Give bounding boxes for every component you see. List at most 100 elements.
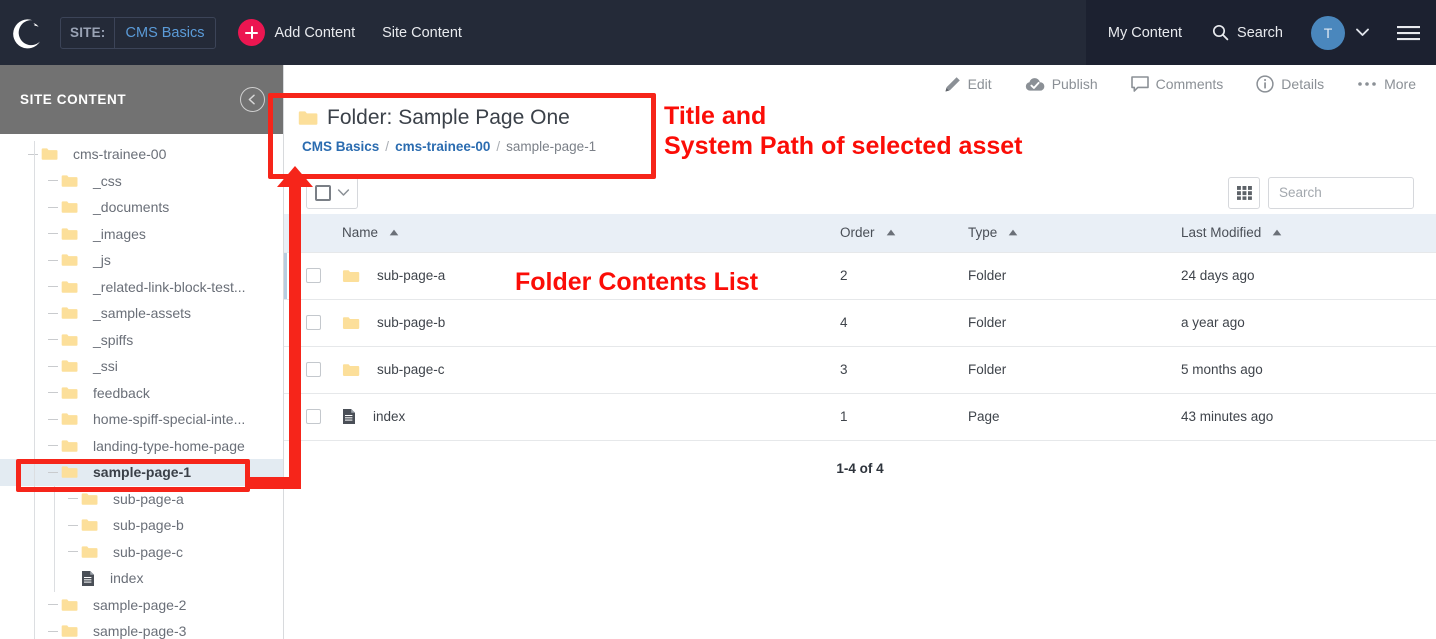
- sort-ascending-icon[interactable]: [389, 229, 399, 236]
- chevron-left-circle-icon[interactable]: [240, 87, 265, 112]
- tree-guide-line: [54, 485, 55, 512]
- row-type-cell-value: Folder: [968, 268, 1007, 283]
- tree-item-sample-page-3[interactable]: sample-page-3: [0, 618, 283, 639]
- table-header-label: Name: [342, 225, 379, 241]
- tree-connector: [48, 286, 58, 288]
- tree-guide-line: [34, 141, 35, 168]
- tree-item--images[interactable]: _images: [0, 220, 283, 247]
- site-label: SITE:: [70, 25, 106, 40]
- tree-item-sub-page-c[interactable]: sub-page-c: [0, 538, 283, 565]
- action-comments-button[interactable]: Comments: [1130, 75, 1223, 93]
- hamburger-menu-icon[interactable]: [1396, 24, 1421, 42]
- folder-icon: [61, 386, 86, 400]
- row-name-cell[interactable]: index: [342, 393, 840, 441]
- tree-item-sample-page-2[interactable]: sample-page-2: [0, 591, 283, 618]
- folder-icon: [81, 545, 106, 559]
- row-checkbox[interactable]: [305, 268, 321, 283]
- row-name-cell[interactable]: sub-page-c: [342, 346, 840, 394]
- action-publish-button[interactable]: Publish: [1025, 76, 1098, 92]
- sort-ascending-icon: [886, 229, 895, 236]
- ellipsis-icon: [1357, 80, 1377, 88]
- top-navigation-bar: SITE: CMS Basics Add Content Site Conten…: [0, 0, 1436, 65]
- breadcrumb-item: sample-page-1: [506, 139, 597, 154]
- site-selector[interactable]: SITE: CMS Basics: [60, 16, 217, 49]
- row-type-cell: Folder: [968, 299, 1181, 347]
- tree-item--js[interactable]: _js: [0, 247, 283, 274]
- action-more-button[interactable]: More: [1357, 76, 1416, 92]
- action-edit-button[interactable]: Edit: [944, 76, 992, 93]
- table-row[interactable]: index 1 Page 43 minutes ago: [284, 393, 1436, 441]
- folder-icon: [81, 546, 98, 558]
- action-details-button[interactable]: Details: [1256, 75, 1324, 93]
- row-checkbox[interactable]: [305, 362, 321, 377]
- tree-guide-line: [34, 565, 35, 592]
- tree-item-label: feedback: [93, 384, 150, 401]
- sort-ascending-icon[interactable]: [1272, 229, 1282, 236]
- add-content-button[interactable]: Add Content: [238, 19, 355, 46]
- page-icon: [82, 570, 94, 586]
- tree-item--css[interactable]: _css: [0, 167, 283, 194]
- tree-item-sample-page-1[interactable]: sample-page-1: [0, 459, 283, 486]
- row-name-label: sub-page-a: [377, 268, 446, 283]
- tree-item--related-link-block-test-[interactable]: _related-link-block-test...: [0, 273, 283, 300]
- table-row[interactable]: sub-page-c 3 Folder 5 months ago: [284, 346, 1436, 394]
- global-search-button[interactable]: Search: [1212, 24, 1283, 41]
- row-checkbox[interactable]: [305, 409, 321, 424]
- tree-connector: [48, 339, 58, 341]
- bulk-select-dropdown[interactable]: [306, 176, 358, 209]
- table-body: sub-page-a 2 Folder 24 days ago sub-page-b 4 F…: [284, 251, 1436, 441]
- my-content-nav-link[interactable]: My Content: [1108, 25, 1182, 41]
- sort-ascending-icon[interactable]: [1008, 229, 1018, 236]
- row-modified-cell: 5 months ago: [1181, 346, 1436, 394]
- breadcrumb: CMS Basics / cms-trainee-00 / sample-page-1: [298, 130, 1436, 154]
- tree-item-cms-trainee-00[interactable]: cms-trainee-00: [0, 141, 283, 168]
- breadcrumb-item[interactable]: CMS Basics: [302, 139, 379, 154]
- row-name-cell[interactable]: sub-page-a: [342, 251, 840, 300]
- row-modified-cell-value: 5 months ago: [1181, 362, 1263, 377]
- folder-icon: [61, 359, 86, 373]
- table-header-type[interactable]: Type: [968, 214, 1181, 252]
- tree-item--sample-assets[interactable]: _sample-assets: [0, 300, 283, 327]
- row-type-cell-value: Folder: [968, 315, 1007, 330]
- table-header-name[interactable]: Name: [342, 214, 840, 252]
- row-name-label: sub-page-b: [377, 315, 446, 330]
- folder-icon: [61, 201, 78, 214]
- search-input[interactable]: [1268, 176, 1414, 209]
- table-header-last-modified[interactable]: Last Modified: [1181, 214, 1436, 252]
- tree-item--documents[interactable]: _documents: [0, 194, 283, 221]
- avatar[interactable]: T: [1311, 15, 1345, 50]
- tree-item-sub-page-b[interactable]: sub-page-b: [0, 512, 283, 539]
- site-content-nav-link[interactable]: Site Content: [382, 25, 462, 41]
- add-content-label: Add Content: [274, 24, 356, 41]
- folder-icon: [61, 175, 78, 187]
- row-type-cell: Folder: [968, 251, 1181, 300]
- tree-item-feedback[interactable]: feedback: [0, 379, 283, 406]
- tree-guide-line: [34, 220, 35, 247]
- tree-item-home-spiff-special-inte-[interactable]: home-spiff-special-inte...: [0, 406, 283, 433]
- table-row[interactable]: sub-page-a 2 Folder 24 days ago: [284, 251, 1436, 300]
- row-name-cell[interactable]: sub-page-b: [342, 299, 840, 347]
- tree-item-index[interactable]: index: [0, 565, 283, 592]
- sort-ascending-icon[interactable]: [886, 229, 896, 236]
- tree-item-landing-type-home-page[interactable]: landing-type-home-page: [0, 432, 283, 459]
- tree-connector: [68, 498, 78, 500]
- tree-item--spiffs[interactable]: _spiffs: [0, 326, 283, 353]
- crescent-moon-logo[interactable]: [8, 10, 54, 56]
- tree-connector: [48, 471, 58, 473]
- tree-item-sub-page-a[interactable]: sub-page-a: [0, 485, 283, 512]
- row-checkbox[interactable]: [305, 315, 321, 330]
- tree-item-label: _css: [93, 172, 122, 189]
- table-row[interactable]: sub-page-b 4 Folder a year ago: [284, 299, 1436, 347]
- grid-view-icon[interactable]: [1228, 176, 1260, 209]
- sidebar-title: SITE CONTENT: [20, 92, 127, 107]
- folder-icon: [61, 625, 78, 638]
- tree-connector: [48, 180, 58, 182]
- speech-bubble-icon: [1130, 75, 1149, 93]
- tree-item--ssi[interactable]: _ssi: [0, 353, 283, 380]
- tree-item-label: _js: [93, 252, 111, 269]
- table-header-order[interactable]: Order: [840, 214, 968, 252]
- chevron-down-icon[interactable]: [1355, 24, 1370, 42]
- breadcrumb-item[interactable]: cms-trainee-00: [395, 139, 490, 154]
- tree-guide-line: [34, 485, 35, 512]
- action-label: Edit: [967, 76, 992, 92]
